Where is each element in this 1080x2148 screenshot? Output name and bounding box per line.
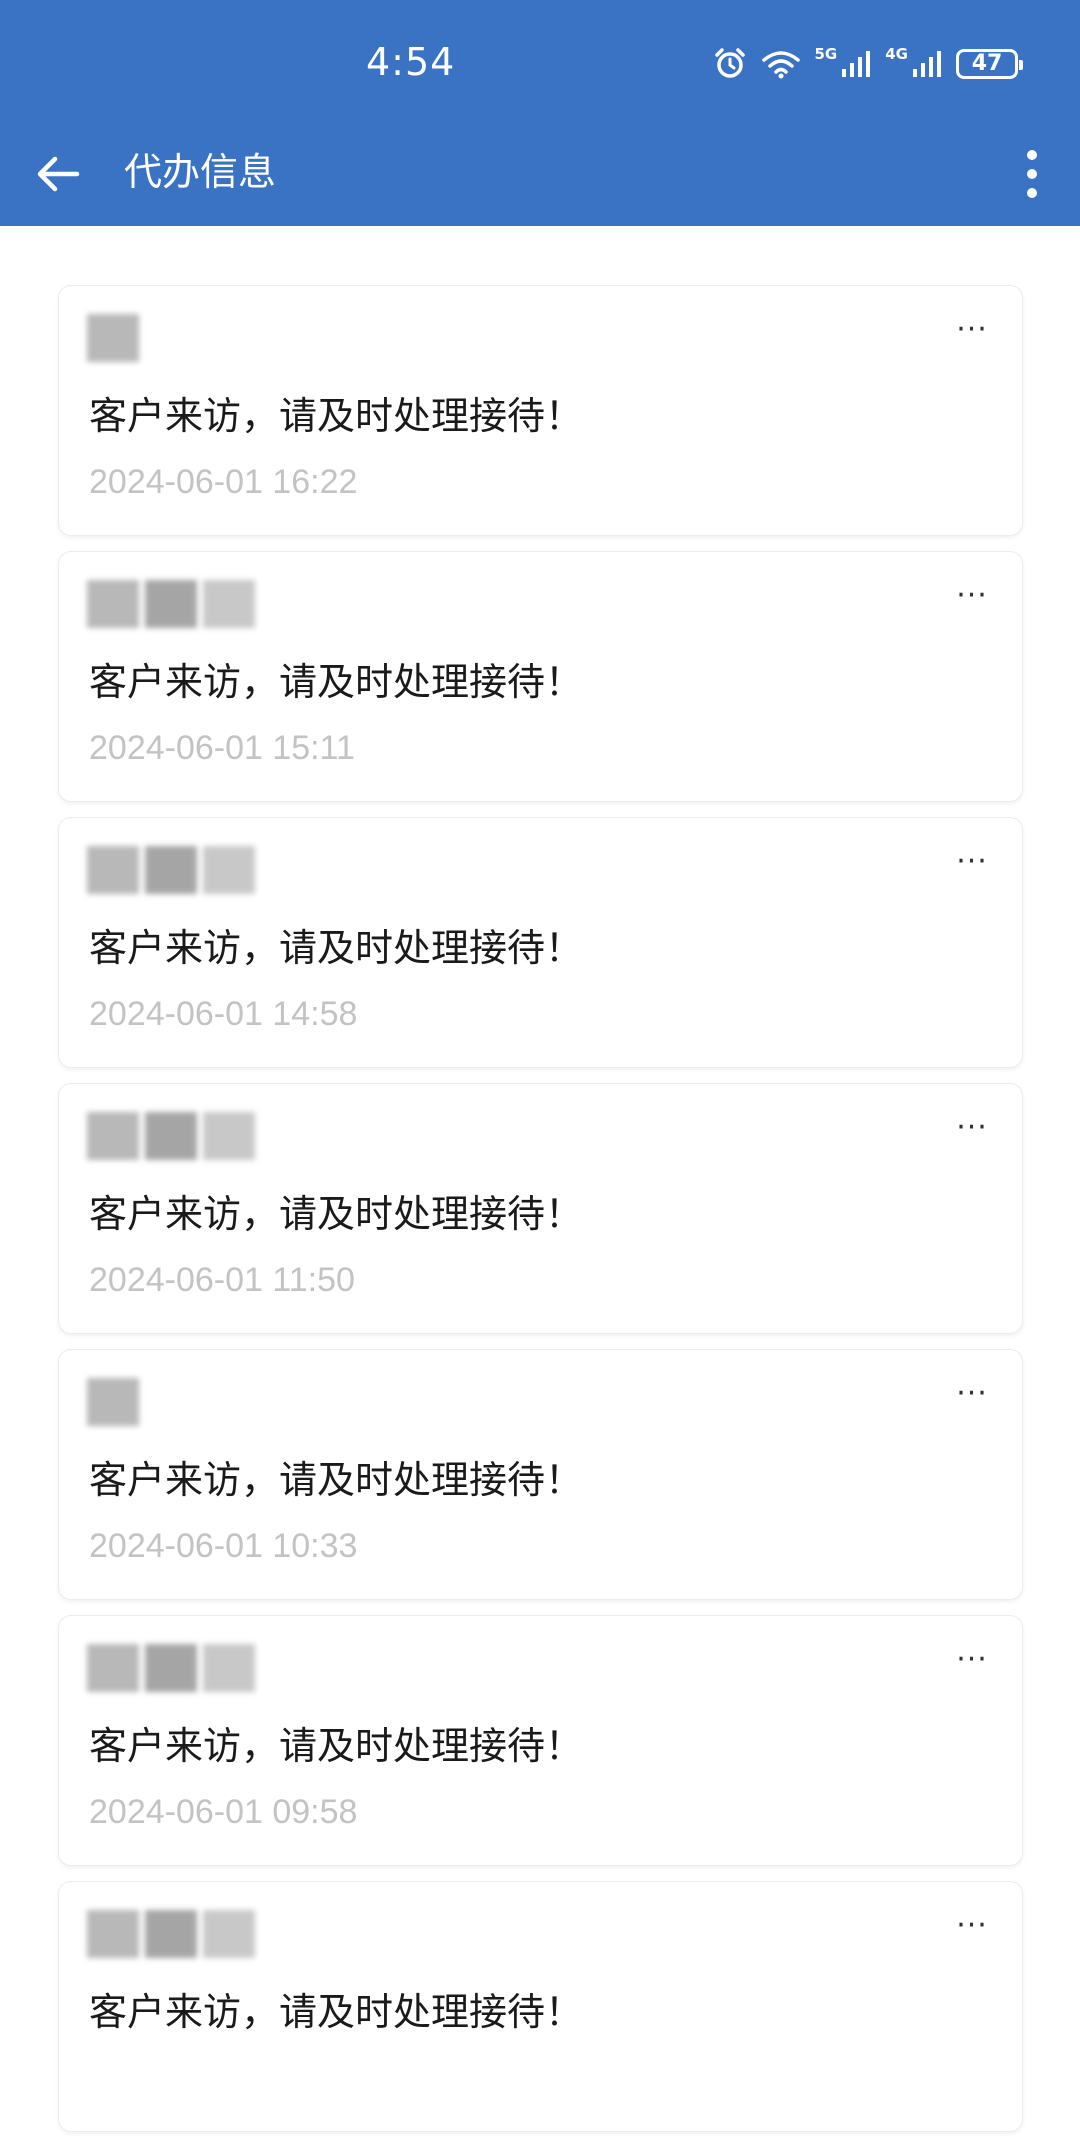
redacted-block xyxy=(203,846,255,894)
sender-name-redacted xyxy=(87,1910,255,1958)
todo-message: 客户来访，请及时处理接待！ xyxy=(89,394,584,438)
todo-card[interactable]: ··· 客户来访，请及时处理接待！ 2024-06-01 11:50 xyxy=(59,1084,1022,1333)
todo-card[interactable]: ··· 客户来访，请及时处理接待！ 2024-06-01 09:58 xyxy=(59,1616,1022,1865)
app-bar: 代办信息 xyxy=(0,128,1080,226)
more-horizontal-icon[interactable]: ··· xyxy=(950,1908,994,1943)
battery-level: 47 xyxy=(971,51,1003,76)
more-horizontal-icon[interactable]: ··· xyxy=(950,312,994,347)
battery-icon: 47 xyxy=(956,49,1023,79)
card-menu-glyph: ··· xyxy=(956,1642,988,1677)
page-title: 代办信息 xyxy=(124,150,277,194)
sender-name-redacted xyxy=(87,1378,139,1426)
redacted-block xyxy=(145,580,197,628)
more-horizontal-icon[interactable]: ··· xyxy=(950,578,994,613)
network-5g-label: 5G xyxy=(814,44,838,63)
todo-timestamp: 2024-06-01 15:11 xyxy=(89,729,355,767)
sender-name-redacted xyxy=(87,846,255,894)
todo-timestamp: 2024-06-01 11:50 xyxy=(89,1261,355,1299)
card-menu-glyph: ··· xyxy=(956,1908,988,1943)
more-options-button[interactable] xyxy=(1002,142,1062,206)
card-menu-glyph: ··· xyxy=(956,844,988,879)
redacted-block xyxy=(145,1112,197,1160)
todo-message: 客户来访，请及时处理接待！ xyxy=(89,1724,584,1768)
redacted-block xyxy=(87,1644,139,1692)
more-horizontal-icon[interactable]: ··· xyxy=(950,1376,994,1411)
todo-message: 客户来访，请及时处理接待！ xyxy=(89,1990,584,2034)
card-menu-glyph: ··· xyxy=(956,312,988,347)
todo-message: 客户来访，请及时处理接待！ xyxy=(89,660,584,704)
todo-message: 客户来访，请及时处理接待！ xyxy=(89,1192,584,1236)
network-4g-label: 4G xyxy=(885,44,908,63)
card-menu-glyph: ··· xyxy=(956,578,988,613)
card-menu-glyph: ··· xyxy=(956,1110,988,1145)
todo-card[interactable]: ··· 客户来访，请及时处理接待！ 2024-06-01 16:22 xyxy=(59,286,1022,535)
redacted-block xyxy=(145,846,197,894)
todo-card[interactable]: ··· 客户来访，请及时处理接待！ 2024-06-01 15:11 xyxy=(59,552,1022,801)
signal-5g-icon xyxy=(841,49,871,79)
todo-card[interactable]: ··· 客户来访，请及时处理接待！ xyxy=(59,1882,1022,2131)
redacted-block xyxy=(203,580,255,628)
redacted-block xyxy=(203,1910,255,1958)
signal-4g-icon xyxy=(912,49,942,79)
redacted-block xyxy=(203,1644,255,1692)
todo-timestamp: 2024-06-01 09:58 xyxy=(89,1793,358,1831)
todo-timestamp: 2024-06-01 14:58 xyxy=(89,995,358,1033)
wifi-icon xyxy=(761,48,801,80)
header: 4:54 5G 4G 47 代办信息 xyxy=(0,0,1080,226)
todo-message: 客户来访，请及时处理接待！ xyxy=(89,926,584,970)
status-bar: 4:54 5G 4G 47 xyxy=(0,0,1080,128)
redacted-block xyxy=(87,846,139,894)
sender-name-redacted xyxy=(87,580,255,628)
todo-list: ··· 客户来访，请及时处理接待！ 2024-06-01 16:22 ··· 客… xyxy=(59,286,1022,2148)
todo-card[interactable]: ··· 客户来访，请及时处理接待！ 2024-06-01 10:33 xyxy=(59,1350,1022,1599)
back-button[interactable] xyxy=(28,144,88,204)
redacted-block xyxy=(87,580,139,628)
arrow-left-icon xyxy=(37,156,80,192)
more-vertical-icon xyxy=(1027,150,1037,198)
redacted-block xyxy=(145,1910,197,1958)
redacted-block xyxy=(203,1112,255,1160)
alarm-icon xyxy=(713,47,747,81)
redacted-block xyxy=(87,1112,139,1160)
sender-name-redacted xyxy=(87,1112,255,1160)
redacted-block xyxy=(145,1644,197,1692)
more-horizontal-icon[interactable]: ··· xyxy=(950,1642,994,1677)
status-icons: 5G 4G 47 xyxy=(713,44,1023,84)
more-horizontal-icon[interactable]: ··· xyxy=(950,844,994,879)
sender-name-redacted xyxy=(87,1644,255,1692)
todo-timestamp: 2024-06-01 16:22 xyxy=(89,463,358,501)
todo-timestamp: 2024-06-01 10:33 xyxy=(89,1527,358,1565)
sender-name-redacted xyxy=(87,314,139,362)
redacted-block xyxy=(87,1910,139,1958)
todo-message: 客户来访，请及时处理接待！ xyxy=(89,1458,584,1502)
todo-card[interactable]: ··· 客户来访，请及时处理接待！ 2024-06-01 14:58 xyxy=(59,818,1022,1067)
status-time: 4:54 xyxy=(366,40,456,84)
more-horizontal-icon[interactable]: ··· xyxy=(950,1110,994,1145)
redacted-block xyxy=(87,1378,139,1426)
card-menu-glyph: ··· xyxy=(956,1376,988,1411)
redacted-block xyxy=(87,314,139,362)
